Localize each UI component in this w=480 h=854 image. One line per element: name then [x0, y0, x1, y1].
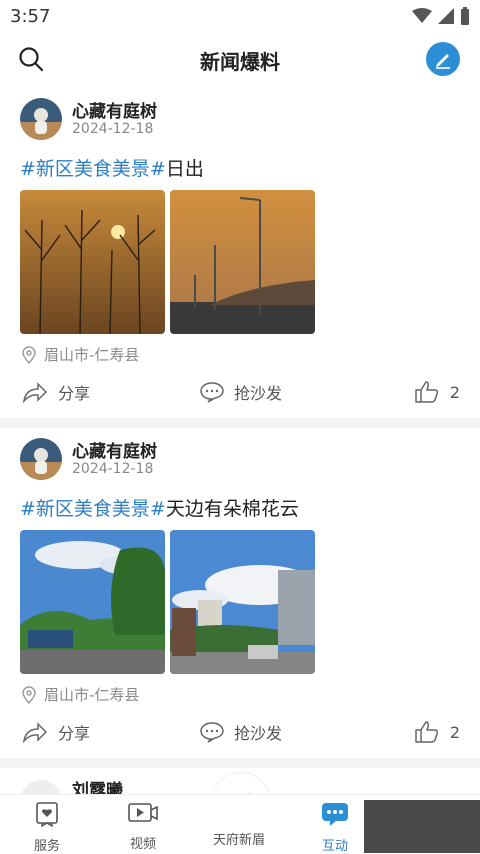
- share-button[interactable]: 分享: [22, 380, 90, 404]
- like-count: 2: [449, 382, 460, 402]
- location-pin-icon: [22, 685, 36, 704]
- comment-label: 抢沙发: [234, 724, 283, 743]
- page-title: 新闻爆料: [200, 50, 280, 74]
- share-icon: [22, 722, 48, 743]
- post-topic-tag[interactable]: #新区美食美景#: [20, 498, 166, 520]
- post-location: 眉山市-仁寿县: [22, 684, 139, 705]
- post-text: #新区美食美景#天边有朵棉花云: [20, 494, 299, 521]
- comment-icon: [200, 382, 224, 403]
- compose-button[interactable]: [426, 42, 460, 76]
- post-body: 天边有朵棉花云: [165, 498, 299, 520]
- pencil-icon: [436, 54, 450, 69]
- location-label: 眉山市-仁寿县: [44, 346, 140, 364]
- divider: [0, 418, 480, 428]
- wifi-icon: [412, 8, 432, 23]
- like-button[interactable]: 2: [414, 380, 460, 404]
- like-count: 2: [449, 722, 460, 742]
- post-body: 日出: [165, 158, 204, 180]
- post-date: 2024-12-18: [72, 461, 154, 477]
- tab-label: 天府新眉: [212, 833, 265, 848]
- share-icon: [22, 382, 48, 403]
- tab-services[interactable]: 服务: [2, 801, 92, 854]
- tab-label: 服务: [33, 839, 60, 854]
- like-button[interactable]: 2: [414, 720, 460, 744]
- status-bar: 3:57: [0, 0, 480, 34]
- tab-video[interactable]: 视频: [98, 801, 188, 852]
- tab-tianfu-xinmei[interactable]: 天府新眉: [194, 829, 284, 848]
- news-feed: 心藏有庭树 2024-12-18 #新区美食美景#日出 眉山市-仁寿县 分享 抢…: [0, 88, 480, 848]
- post-image[interactable]: [170, 190, 315, 334]
- chat-bubble-icon: [322, 803, 348, 826]
- share-label: 分享: [58, 724, 91, 743]
- post-location: 眉山市-仁寿县: [22, 344, 139, 365]
- avatar[interactable]: [20, 98, 62, 140]
- floating-thumbnail[interactable]: [364, 800, 480, 853]
- signal-icon: [438, 8, 454, 24]
- app-header: 新闻爆料: [0, 34, 480, 86]
- comment-label: 抢沙发: [234, 384, 283, 403]
- post-image[interactable]: [170, 530, 315, 674]
- battery-icon: [461, 7, 469, 25]
- post-image[interactable]: [20, 190, 165, 334]
- post-image[interactable]: [20, 530, 165, 674]
- thumbs-up-icon: [415, 721, 438, 743]
- location-label: 眉山市-仁寿县: [44, 686, 140, 704]
- tab-label: 视频: [129, 837, 156, 852]
- share-button[interactable]: 分享: [22, 720, 90, 744]
- post-card[interactable]: 心藏有庭树 2024-12-18 #新区美食美景#日出 眉山市-仁寿县 分享 抢…: [0, 88, 480, 418]
- comment-button[interactable]: 抢沙发: [200, 380, 282, 404]
- divider: [0, 758, 480, 768]
- avatar[interactable]: [20, 438, 62, 480]
- post-card[interactable]: 心藏有庭树 2024-12-18 #新区美食美景#天边有朵棉花云 眉山市-仁寿县…: [0, 428, 480, 758]
- post-actions: 分享 抢沙发 2: [0, 378, 480, 408]
- comment-icon: [200, 722, 224, 743]
- video-icon: [128, 803, 158, 822]
- bookmark-heart-icon: [36, 802, 58, 828]
- share-label: 分享: [58, 384, 91, 403]
- thumbs-up-icon: [415, 381, 438, 403]
- status-time: 3:57: [10, 6, 51, 27]
- post-actions: 分享 抢沙发 2: [0, 718, 480, 748]
- post-username[interactable]: 心藏有庭树: [72, 437, 157, 462]
- location-pin-icon: [22, 345, 36, 364]
- post-date: 2024-12-18: [72, 121, 154, 137]
- status-icons: [412, 7, 470, 25]
- post-text: #新区美食美景#日出: [20, 154, 204, 181]
- post-topic-tag[interactable]: #新区美食美景#: [20, 158, 166, 180]
- post-username[interactable]: 心藏有庭树: [72, 97, 157, 122]
- comment-button[interactable]: 抢沙发: [200, 720, 282, 744]
